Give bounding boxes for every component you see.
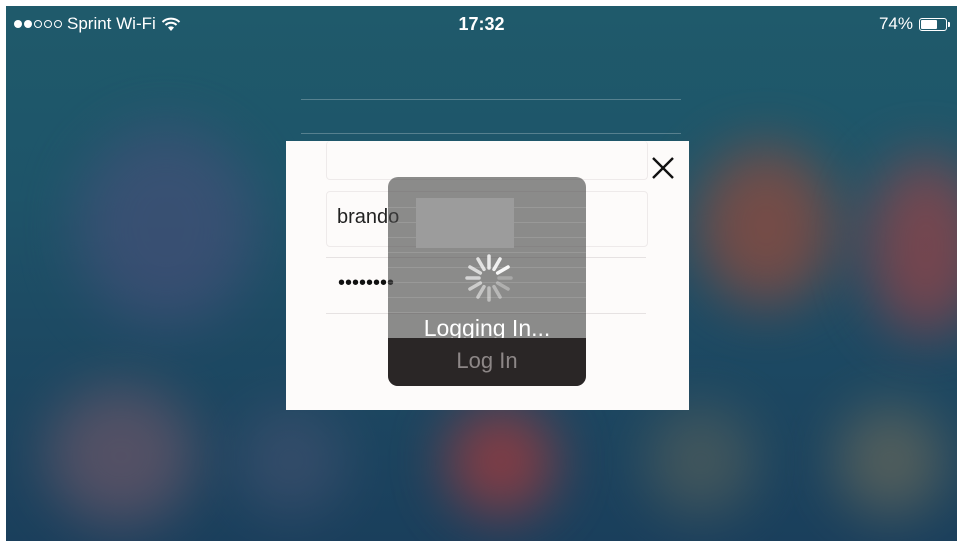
- blurred-app-icon: [46, 386, 196, 526]
- spinner-spoke: [492, 284, 502, 299]
- login-dialog: brando •••••••• Logging In... Log In: [286, 141, 689, 410]
- blurred-app-icon: [836, 406, 946, 516]
- field-frame: [326, 141, 648, 180]
- spinner-spoke: [476, 284, 486, 299]
- status-bar: Sprint Wi-Fi 17:32 74%: [6, 6, 957, 42]
- blurred-app-icon: [696, 146, 836, 306]
- status-bar-right: 74%: [878, 14, 950, 34]
- battery-fill: [921, 19, 937, 29]
- login-button[interactable]: Log In: [388, 338, 586, 386]
- battery-nub: [948, 21, 950, 27]
- spinner-spoke: [476, 257, 486, 272]
- hud-inner-box: [416, 198, 514, 248]
- blurred-app-icon: [236, 406, 346, 516]
- close-icon[interactable]: [648, 153, 678, 183]
- spinner-spoke: [468, 265, 483, 275]
- blurred-app-icon: [646, 406, 756, 516]
- battery-percentage: 74%: [878, 14, 913, 33]
- spinner-spoke: [492, 257, 502, 272]
- blurred-app-icon: [866, 156, 957, 336]
- spinner-icon: [465, 254, 513, 302]
- hud-stripe: [388, 312, 586, 313]
- clock: 17:32: [458, 14, 505, 34]
- home-screen-background: Sprint Wi-Fi 17:32 74% brando •••••••• L…: [6, 6, 957, 541]
- progress-hud: Logging In... Log In: [388, 177, 586, 386]
- spinner-spoke: [495, 281, 510, 291]
- battery-icon: [919, 17, 950, 31]
- background-line: [301, 133, 681, 134]
- spinner-spoke: [468, 281, 483, 291]
- background-line: [301, 99, 681, 100]
- blurred-app-icon: [446, 406, 556, 516]
- password-value: ••••••••: [338, 272, 395, 294]
- spinner-spoke: [495, 265, 510, 275]
- blurred-app-icon: [76, 126, 256, 326]
